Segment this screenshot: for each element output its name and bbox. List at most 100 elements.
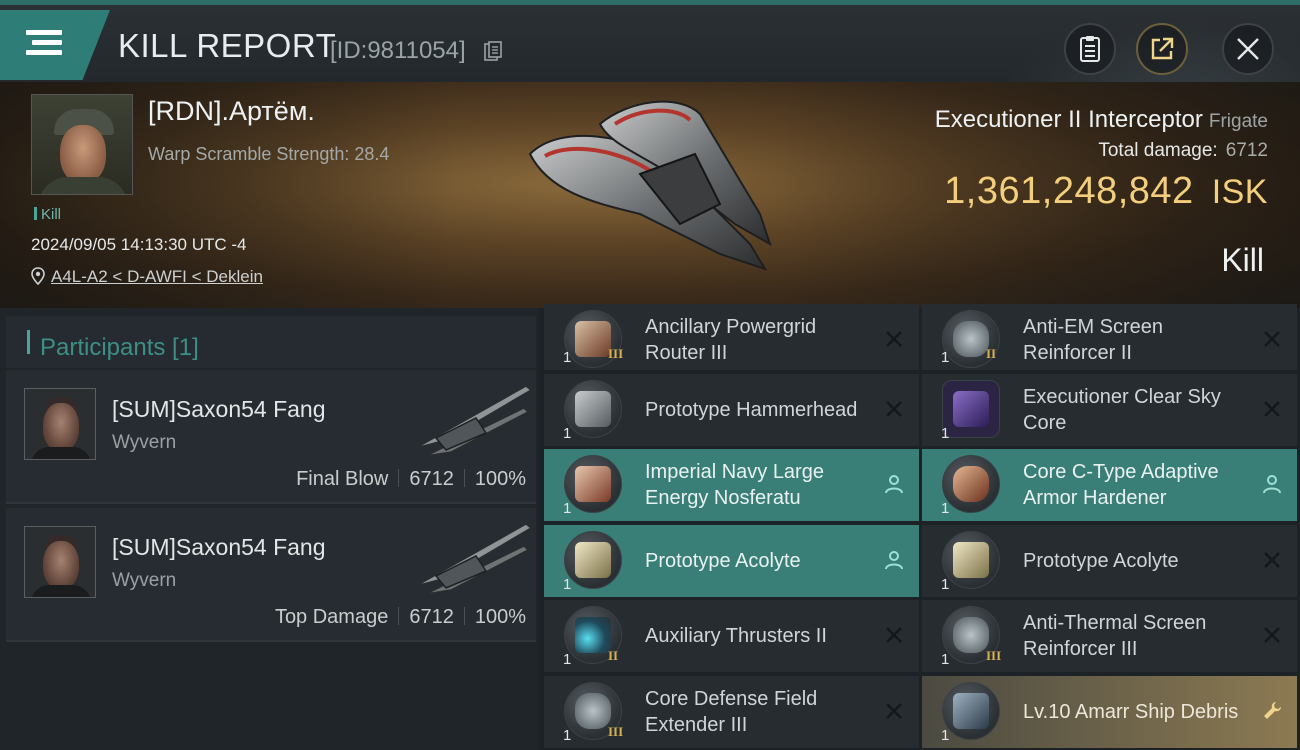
menu-icon <box>26 30 62 35</box>
stats-separator <box>398 469 400 487</box>
module-name: Imperial Navy Large Energy Nosferatu <box>645 461 824 509</box>
share-icon <box>1151 37 1174 60</box>
module-name: Anti-EM Screen Reinforcer II <box>1023 316 1164 364</box>
dropped-person-icon <box>885 475 903 494</box>
destroyed-icon <box>886 331 902 347</box>
kill-summary: [RDN].Артём. Warp Scramble Strength: 28.… <box>0 82 1300 308</box>
icon-glyph <box>575 617 611 653</box>
header-accent <box>27 330 30 354</box>
attacker-stats: Top Damage 6712 100% <box>275 606 526 629</box>
kill-tag-label: Kill <box>41 206 62 223</box>
attacker-row[interactable]: [SUM]Saxon54 Fang Wyvern Final Blow 6712 1… <box>6 370 536 504</box>
ship-name-text: Executioner II Interceptor <box>934 106 1203 133</box>
module-item[interactable]: 1 III Core Defense Field Extender III <box>544 676 919 748</box>
module-tier: III <box>608 724 624 739</box>
avatar-body <box>38 177 128 194</box>
kill-tag-marker <box>34 207 37 220</box>
module-item[interactable]: 1 III Ancillary Powergrid Router III <box>544 304 919 370</box>
destroyed-icon <box>1264 627 1280 643</box>
module-qty: 1 <box>563 727 572 744</box>
share-button[interactable] <box>1136 23 1188 75</box>
attacker-ship-image <box>415 523 533 595</box>
stats-separator <box>398 607 400 625</box>
drone-icon <box>942 531 1000 589</box>
menu-button[interactable] <box>0 10 110 80</box>
module-name: Prototype Acolyte <box>645 550 801 572</box>
destroyed-icon <box>1264 552 1280 568</box>
module-item[interactable]: 1 Prototype Acolyte <box>544 525 919 597</box>
module-qty: 1 <box>563 500 572 517</box>
module-qty: 1 <box>941 576 950 593</box>
module-item[interactable]: 1 II Auxiliary Thrusters II <box>544 600 919 672</box>
isk-value: 1,361,248,842 ISK <box>944 170 1268 213</box>
avatar-face <box>43 541 79 589</box>
attacker-ship: Wyvern <box>112 570 177 591</box>
participants-title: Participants [1] <box>40 334 199 361</box>
attacker-damage: 6712 <box>409 468 454 490</box>
avatar-face <box>43 403 79 451</box>
kill-id: [ID:9811054] <box>330 37 466 64</box>
victim-ship-image <box>528 100 772 271</box>
module-item[interactable]: 1 II Anti-EM Screen Reinforcer II <box>922 304 1297 370</box>
icon-glyph <box>575 542 611 578</box>
module-name: Ancillary Powergrid Router III <box>645 316 817 364</box>
module-qty: 1 <box>563 576 572 593</box>
module-item[interactable]: 1 III Anti-Thermal Screen Reinforcer III <box>922 600 1297 672</box>
wrench-icon <box>1264 702 1281 719</box>
module-name: Auxiliary Thrusters II <box>645 625 827 647</box>
module-qty: 1 <box>563 349 572 366</box>
attacker-ship-image <box>415 385 533 457</box>
module-qty: 1 <box>941 349 950 366</box>
warp-scramble-strength: Warp Scramble Strength: 28.4 <box>148 144 390 164</box>
module-item[interactable]: 1 Prototype Acolyte <box>922 525 1297 597</box>
attacker-row[interactable]: [SUM]Saxon54 Fang Wyvern Top Damage 6712 1… <box>6 508 536 642</box>
module-qty: 1 <box>563 651 572 668</box>
kill-tag: Kill <box>34 206 61 223</box>
kill-location[interactable]: A4L-A2 < D-AWFI < Deklein <box>31 267 263 287</box>
module-tier: III <box>608 346 624 361</box>
module-name: Executioner Clear Sky Core <box>1023 386 1221 434</box>
attacker-role: Top Damage <box>274 606 389 628</box>
module-tier: III <box>986 648 1002 663</box>
isk-unit: ISK <box>1211 173 1268 211</box>
attacker-stats: Final Blow 6712 100% <box>296 468 526 491</box>
attacker-avatar[interactable] <box>24 526 96 598</box>
icon-glyph <box>575 321 611 357</box>
drone-icon <box>564 380 622 438</box>
icon-glyph <box>575 466 611 502</box>
ship-class: Frigate <box>1208 111 1268 132</box>
close-icon <box>1237 38 1259 60</box>
module-item[interactable]: 1 Prototype Hammerhead <box>544 374 919 446</box>
module-item[interactable]: 1 Core C-Type Adaptive Armor Hardener <box>922 449 1297 521</box>
module-qty: 1 <box>941 500 950 517</box>
module-item[interactable]: 1 Imperial Navy Large Energy Nosferatu <box>544 449 919 521</box>
module-item[interactable]: 1 Executioner Clear Sky Core <box>922 374 1297 446</box>
nosferatu-icon <box>564 455 622 513</box>
avatar-face <box>60 125 106 183</box>
attacker-ship: Wyvern <box>112 432 177 453</box>
copy-icon[interactable] <box>484 41 502 61</box>
victim-name[interactable]: [RDN].Артём. <box>148 96 315 127</box>
avatar-body <box>31 447 91 459</box>
destroyed-icon <box>1264 401 1280 417</box>
module-name: Lv.10 Amarr Ship Debris <box>1023 701 1239 723</box>
victim-avatar[interactable] <box>31 94 133 195</box>
location-link[interactable]: A4L-A2 < D-AWFI < Deklein <box>51 267 263 286</box>
stats-separator <box>463 607 465 625</box>
attacker-avatar[interactable] <box>24 388 96 460</box>
fitted-modules-grid: 1 III Ancillary Powergrid Router III 1 I… <box>538 304 1300 750</box>
avatar-body <box>31 585 91 597</box>
report-button[interactable] <box>1064 23 1116 75</box>
module-qty: 1 <box>941 425 950 442</box>
attacker-name[interactable]: [SUM]Saxon54 Fang <box>112 534 326 561</box>
close-button[interactable] <box>1222 23 1274 75</box>
attacker-name[interactable]: [SUM]Saxon54 Fang <box>112 396 326 423</box>
participants-panel: Participants [1] [SUM]Saxon54 Fang Wyver… <box>0 308 538 750</box>
total-damage-label: Total damage: <box>1098 140 1218 161</box>
module-name: Core Defense Field Extender III <box>645 688 818 736</box>
victim-ship-name[interactable]: Executioner II Interceptor Frigate <box>935 106 1268 134</box>
icon-glyph <box>953 466 989 502</box>
icon-glyph <box>575 391 611 427</box>
module-item[interactable]: 1 Lv.10 Amarr Ship Debris <box>922 676 1297 748</box>
ship-debris-icon <box>942 682 1000 740</box>
